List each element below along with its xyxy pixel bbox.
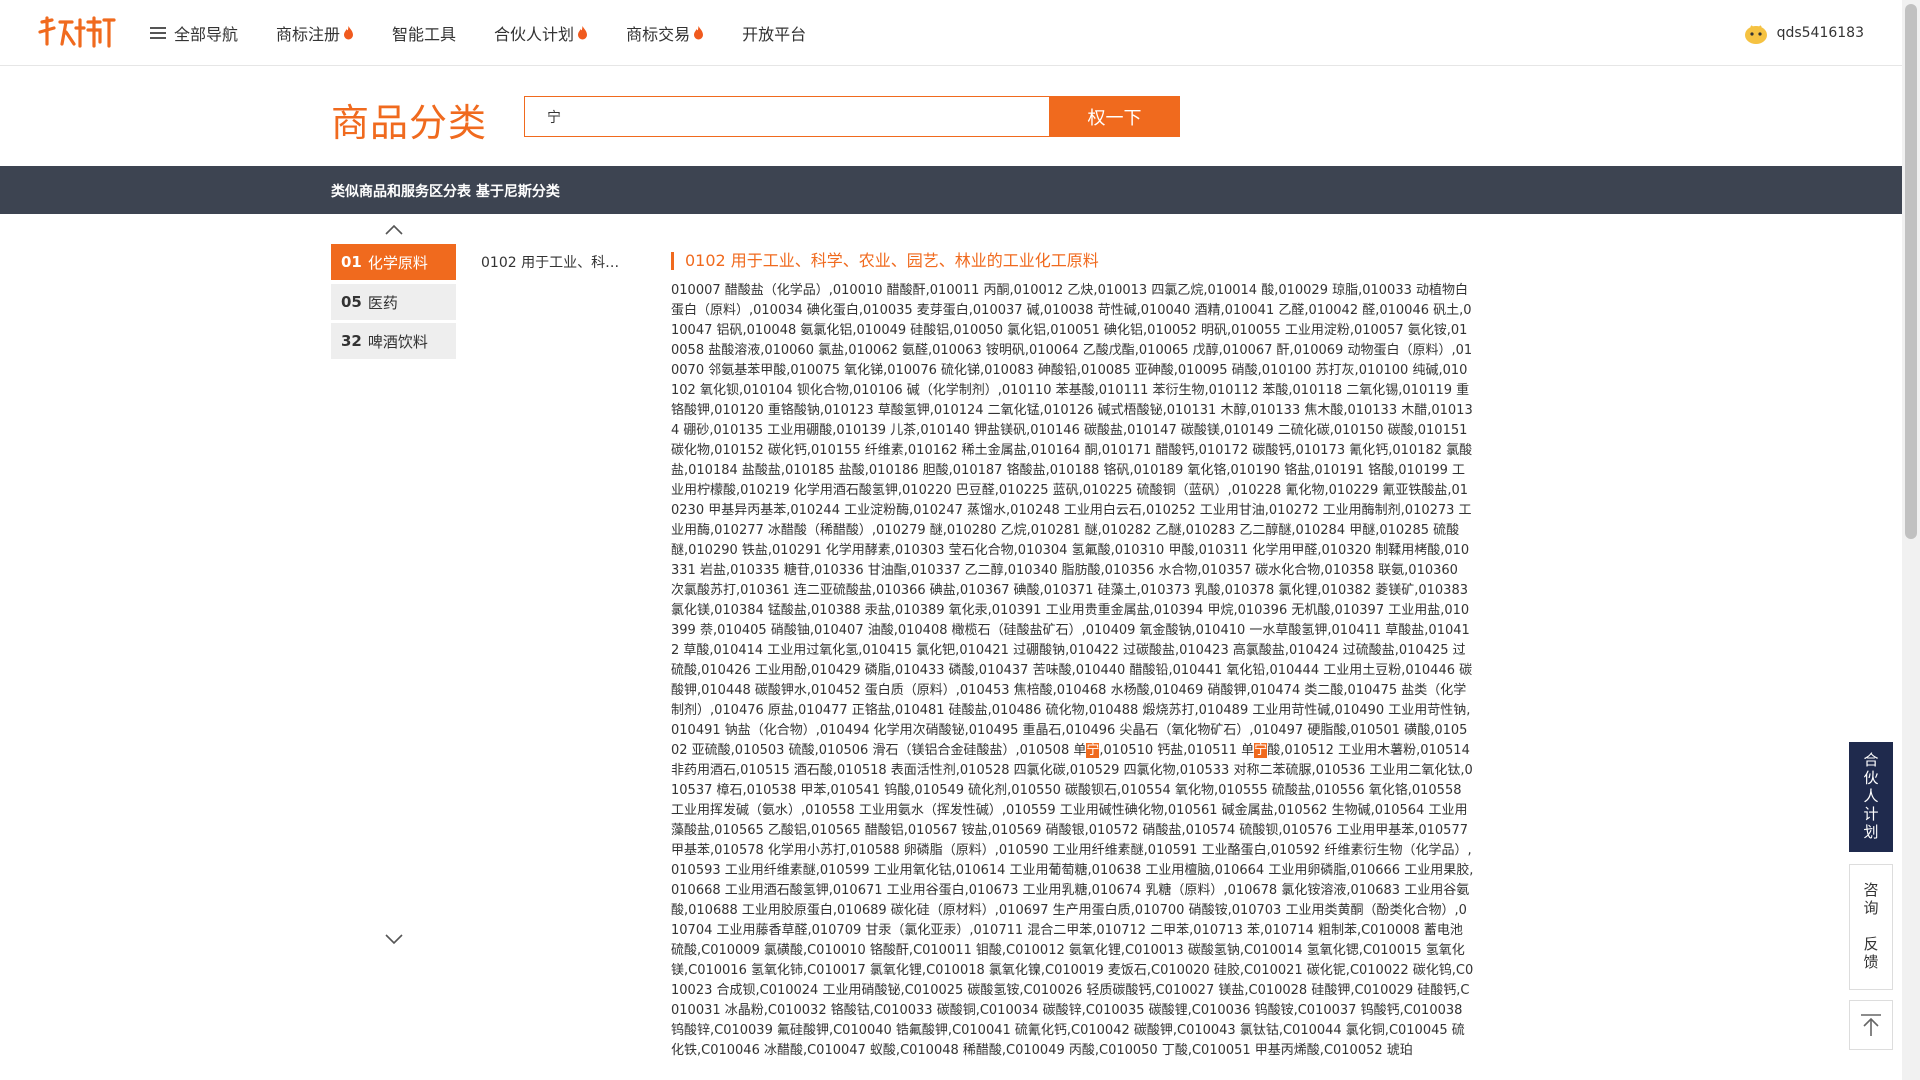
category-num: 32 — [341, 332, 362, 350]
category-label: 医药 — [367, 293, 398, 312]
search-input[interactable]: 宁 — [524, 96, 1050, 137]
arrow-up-icon — [1861, 1014, 1881, 1036]
menu-icon — [150, 27, 166, 39]
main-nav: 全部导航 商标注册 智能工具 合伙人计划 商标交易 开放平台 — [150, 0, 844, 66]
chevron-down-icon[interactable] — [384, 933, 404, 947]
fire-icon — [344, 26, 354, 40]
nav-item-trademark-trade[interactable]: 商标交易 — [626, 0, 704, 66]
search-highlight: 宁 — [1086, 743, 1100, 758]
category-label: 啤酒饮料 — [367, 332, 428, 351]
banner-text: 类似商品和服务区分表 基于尼斯分类 — [331, 184, 560, 200]
nav-item-label: 商标注册 — [276, 25, 341, 44]
nav-item-label: 开放平台 — [742, 25, 807, 44]
nav-item-smart-tools[interactable]: 智能工具 — [392, 0, 456, 66]
goods-list: 010007 醋酸盐（化学品）,010010 醋酸酐,010011 丙酮,010… — [671, 281, 1474, 1061]
top-navbar: 全部导航 商标注册 智能工具 合伙人计划 商标交易 开放平台 qds541618… — [0, 0, 1902, 66]
classification-banner: 类似商品和服务区分表 基于尼斯分类 — [0, 166, 1902, 214]
category-num: 01 — [341, 253, 362, 271]
chevron-up-icon[interactable] — [384, 222, 404, 236]
goods-text: 010007 醋酸盐（化学品）,010010 醋酸酐,010011 丙酮,010… — [671, 283, 1473, 758]
consult-button[interactable]: 咨询 — [1861, 882, 1882, 918]
category-item-01[interactable]: 01 化学原料 — [331, 244, 456, 280]
nav-item-label: 商标交易 — [626, 25, 691, 44]
goods-text: ,010510 钙盐,010511 单 — [1099, 743, 1255, 758]
goods-text: 酸,010512 工业用木薯粉,010514 非药用酒石,010515 酒石酸,… — [671, 743, 1474, 1058]
content-title: 0102 用于工业、科学、农业、园艺、林业的工业化工原料 — [671, 252, 1099, 270]
back-to-top-button[interactable] — [1849, 1000, 1893, 1050]
partner-plan-button[interactable]: 合伙人计划 — [1849, 742, 1893, 852]
nav-item-label: 合伙人计划 — [494, 25, 575, 44]
logo[interactable] — [38, 14, 118, 50]
search-highlight: 宁 — [1254, 743, 1268, 758]
nav-item-partner-plan[interactable]: 合伙人计划 — [494, 0, 588, 66]
category-num: 05 — [341, 293, 362, 311]
fire-icon — [694, 26, 704, 40]
consult-feedback-panel: 咨询 反馈 — [1849, 864, 1893, 990]
category-label: 化学原料 — [367, 253, 428, 272]
username: qds5416183 — [1776, 25, 1864, 41]
category-item-32[interactable]: 32 啤酒饮料 — [331, 323, 456, 359]
search-button[interactable]: 权一下 — [1049, 96, 1180, 137]
category-item-05[interactable]: 05 医药 — [331, 284, 456, 320]
nav-item-open-platform[interactable]: 开放平台 — [742, 0, 806, 66]
user-menu[interactable]: qds5416183 — [1743, 20, 1864, 46]
nav-all-label: 全部导航 — [174, 25, 239, 44]
page-title: 商品分类 — [331, 101, 488, 145]
scrollbar[interactable] — [1902, 0, 1920, 1080]
scrollbar-thumb[interactable] — [1905, 4, 1917, 539]
nav-item-label: 智能工具 — [392, 25, 457, 44]
nav-item-trademark-register[interactable]: 商标注册 — [276, 0, 354, 66]
avatar-icon — [1744, 25, 1767, 44]
subcategory-item-0102[interactable]: 0102 用于工业、科… — [481, 252, 619, 272]
fire-icon — [578, 26, 588, 40]
feedback-button[interactable]: 反馈 — [1861, 936, 1882, 972]
nav-all[interactable]: 全部导航 — [150, 0, 238, 66]
